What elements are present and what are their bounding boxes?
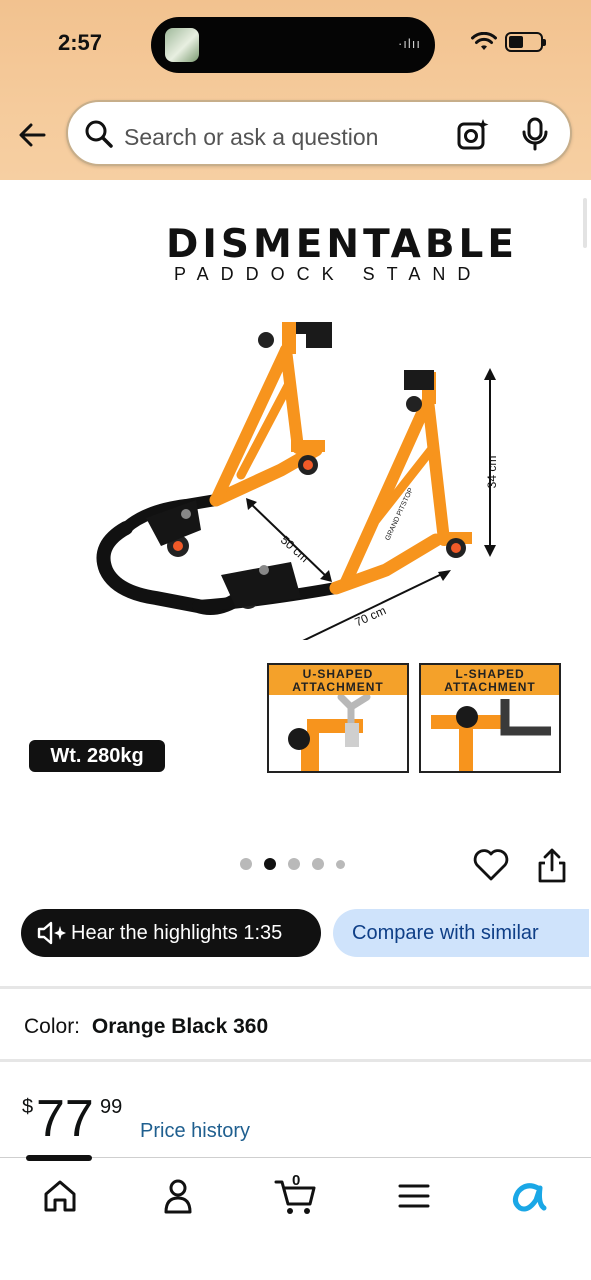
l-shaped-attachment-image — [431, 699, 551, 771]
carousel-dot[interactable] — [312, 858, 324, 870]
price-history-link[interactable]: Price history — [140, 1120, 250, 1143]
heart-icon[interactable] — [473, 848, 509, 882]
account-icon[interactable] — [156, 1176, 200, 1216]
u-shaped-attachment-image — [288, 695, 371, 771]
paddock-stand-image[interactable]: 34 cm 50 cm 70 cm GRAND PITSTOP — [86, 300, 516, 640]
u-shaped-attachment-label: U-SHAPED ATTACHMENT — [269, 665, 407, 695]
rufus-icon[interactable] — [508, 1176, 552, 1216]
dimension-width-label: 50 cm — [278, 533, 312, 565]
carousel-dot[interactable] — [240, 858, 252, 870]
menu-icon[interactable] — [392, 1176, 436, 1216]
active-tab-indicator — [26, 1155, 92, 1161]
product-image-title: DISMENTABLE — [166, 222, 519, 267]
scroll-indicator — [583, 198, 587, 248]
section-divider — [0, 986, 591, 989]
dimension-length-label: 70 cm — [353, 603, 389, 629]
app-header: 2:57 ·ılıı Search or ask a question — [0, 0, 591, 180]
microphone-icon[interactable] — [520, 117, 550, 151]
battery-icon — [505, 32, 546, 52]
speaker-sparkle-icon — [37, 921, 66, 945]
cart-button[interactable]: 0 — [274, 1172, 318, 1216]
l-shaped-attachment-label: L-SHAPED ATTACHMENT — [421, 665, 559, 695]
share-icon[interactable] — [536, 846, 568, 884]
carousel-dot[interactable] — [336, 859, 345, 869]
back-arrow-icon[interactable] — [14, 116, 52, 154]
home-icon[interactable] — [38, 1176, 82, 1216]
compare-with-similar-button[interactable]: Compare with similar — [333, 909, 589, 957]
color-label: Color: — [24, 1015, 81, 1038]
u-shaped-attachment-panel: U-SHAPED ATTACHMENT — [267, 663, 409, 773]
price-currency: $ — [22, 1096, 34, 1118]
hear-highlights-label: Hear the highlights 1:35 — [71, 922, 283, 944]
color-value: Orange Black 360 — [91, 1015, 269, 1038]
weight-badge: Wt. 280kg — [29, 740, 165, 772]
camera-lens-icon[interactable] — [456, 117, 490, 151]
wifi-icon — [471, 32, 497, 50]
search-icon — [85, 120, 113, 148]
dynamic-island[interactable]: ·ılıı — [151, 17, 435, 73]
audio-bars-indicator: ·ılıı — [397, 36, 421, 51]
search-bar[interactable]: Search or ask a question — [66, 100, 572, 166]
section-divider — [0, 1059, 591, 1062]
price-fraction: 99 — [100, 1096, 123, 1118]
compare-label: Compare with similar — [352, 922, 539, 944]
cart-count: 0 — [292, 1172, 301, 1189]
carousel-dot[interactable] — [288, 858, 300, 870]
carousel-dot[interactable] — [264, 858, 276, 870]
bottom-navigation: 0 — [0, 1155, 591, 1280]
now-playing-thumbnail — [165, 28, 199, 62]
search-input[interactable]: Search or ask a question — [124, 124, 378, 151]
price-whole: 77 — [36, 1090, 94, 1148]
status-icons — [471, 32, 546, 52]
image-carousel-dots[interactable] — [240, 858, 345, 870]
status-time: 2:57 — [58, 30, 103, 55]
hear-highlights-button[interactable]: Hear the highlights 1:35 — [21, 909, 321, 957]
color-selection[interactable]: Color: Orange Black 360 — [24, 1015, 268, 1039]
dimension-height-label: 34 cm — [485, 456, 499, 489]
product-image-subtitle: PADDOCK STAND — [174, 264, 483, 284]
l-shaped-attachment-panel: L-SHAPED ATTACHMENT — [419, 663, 561, 773]
